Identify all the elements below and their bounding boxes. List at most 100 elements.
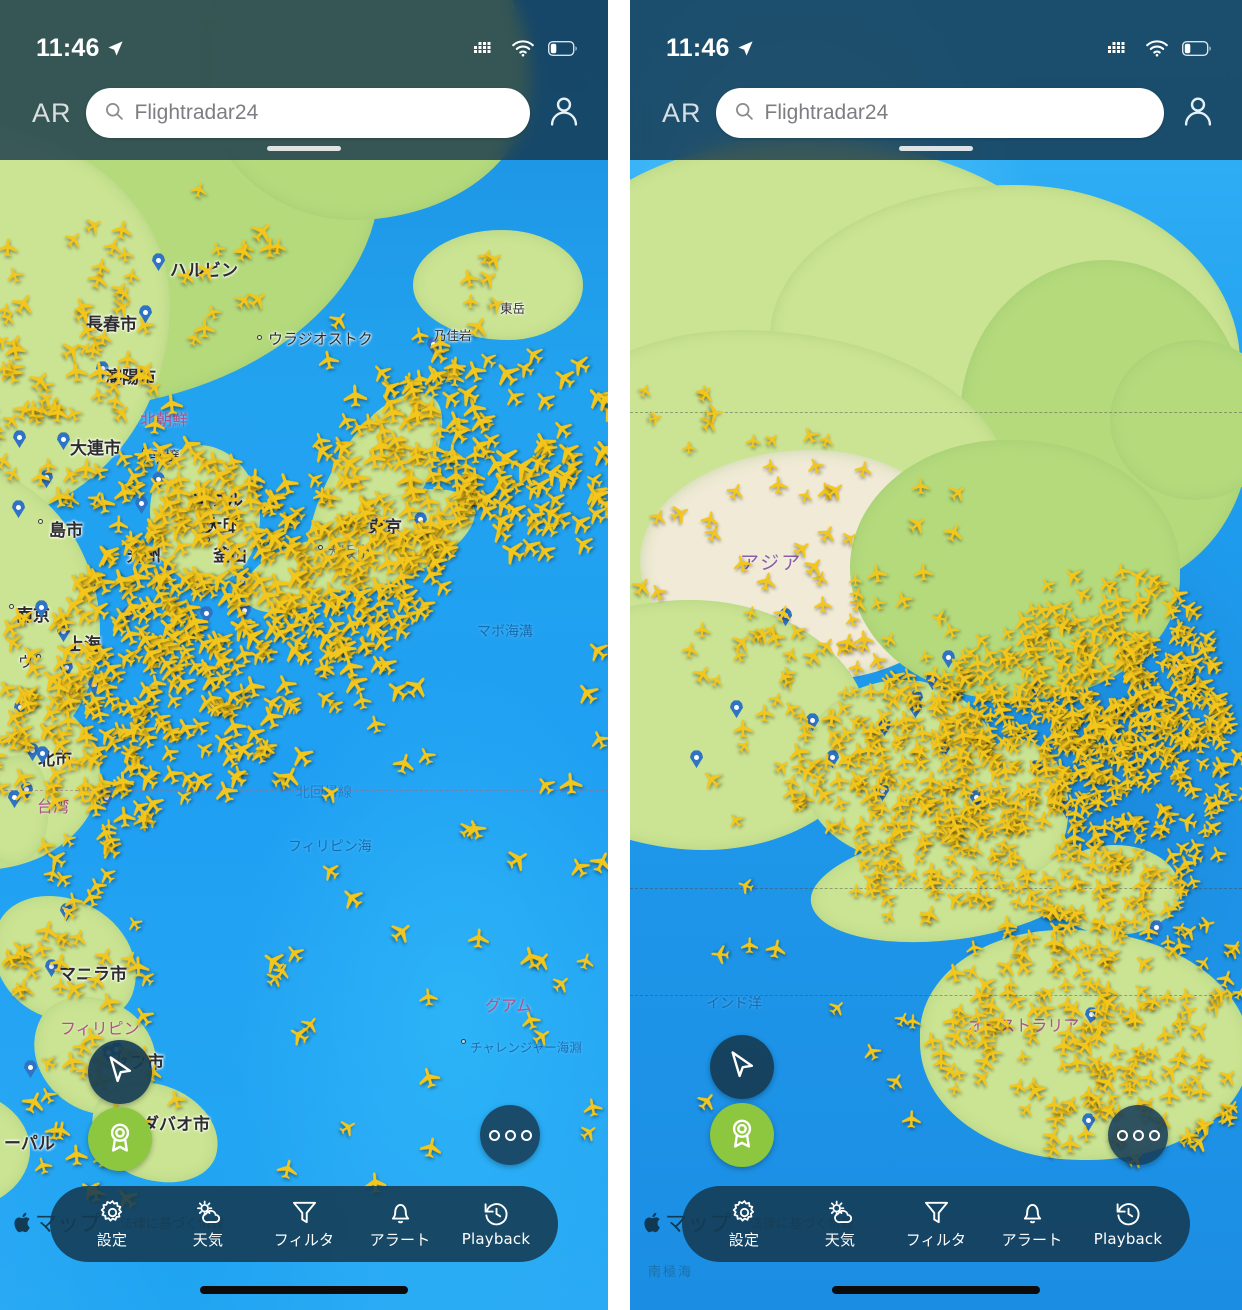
ar-button[interactable]: AR [662,98,702,129]
aircraft-marker[interactable] [46,400,72,426]
more-options-button[interactable] [480,1105,540,1165]
aircraft-marker[interactable] [38,456,57,475]
toolbar-item-0[interactable]: 設定 [696,1199,792,1250]
aircraft-marker[interactable] [996,647,1020,671]
aircraft-marker[interactable] [679,639,701,661]
aircraft-marker[interactable] [899,813,920,834]
map-dot-marker[interactable] [461,1039,466,1044]
aircraft-marker[interactable] [645,408,665,428]
aircraft-marker[interactable] [110,770,136,796]
aircraft-marker[interactable] [73,456,100,483]
aircraft-marker[interactable] [0,236,19,258]
aircraft-marker[interactable] [115,245,135,265]
aircraft-marker[interactable] [417,1133,445,1161]
aircraft-marker[interactable] [941,959,968,986]
aircraft-marker[interactable] [768,474,789,495]
aircraft-marker[interactable] [1063,802,1087,826]
more-options-button[interactable] [1108,1105,1168,1165]
map-dot-marker[interactable] [257,335,262,340]
aircraft-marker[interactable] [143,413,167,437]
account-button[interactable] [544,93,584,133]
aircraft-marker[interactable] [48,1118,73,1143]
toolbar-item-1[interactable]: 天気 [160,1199,256,1250]
header-drag-handle[interactable] [899,146,973,151]
aircraft-marker[interactable] [709,943,731,965]
aircraft-marker[interactable] [442,354,468,380]
header-drag-handle[interactable] [267,146,341,151]
aircraft-marker[interactable] [45,483,74,512]
aircraft-marker[interactable] [1151,685,1175,709]
aircraft-marker[interactable] [1121,1081,1139,1099]
aircraft-marker[interactable] [312,486,332,506]
aircraft-marker[interactable] [89,255,112,278]
aircraft-marker[interactable] [239,474,260,495]
aircraft-marker[interactable] [740,936,759,955]
ar-button[interactable]: AR [32,98,72,129]
aircraft-marker[interactable] [1157,1084,1181,1108]
upgrade-badge-button[interactable] [88,1107,152,1171]
aircraft-marker[interactable] [63,1142,90,1169]
toolbar-item-2[interactable]: フィルタ [888,1199,984,1250]
aircraft-marker[interactable] [1044,1095,1065,1116]
search-input[interactable]: Flightradar24 [85,88,530,138]
aircraft-marker[interactable] [580,1095,605,1120]
toolbar-item-1[interactable]: 天気 [792,1199,888,1250]
aircraft-marker[interactable] [191,485,218,512]
aircraft-marker[interactable] [456,266,481,291]
aircraft-marker[interactable] [0,360,14,379]
aircraft-marker[interactable] [744,433,762,451]
aircraft-marker[interactable] [359,444,389,474]
aircraft-marker[interactable] [56,709,80,733]
locate-me-button[interactable] [710,1035,774,1099]
aircraft-marker[interactable] [901,1108,923,1130]
aircraft-marker[interactable] [1014,1048,1032,1066]
aircraft-marker[interactable] [417,986,440,1009]
aircraft-marker[interactable] [917,768,942,793]
toolbar-item-4[interactable]: Playback [448,1200,544,1248]
aircraft-marker[interactable] [1141,711,1165,735]
account-button[interactable] [1178,93,1218,133]
aircraft-marker[interactable] [350,689,374,713]
aircraft-marker[interactable] [462,292,480,310]
aircraft-marker[interactable] [963,937,984,958]
aircraft-marker[interactable] [950,723,976,749]
aircraft-marker[interactable] [1197,822,1215,840]
aircraft-marker[interactable] [1166,618,1190,642]
toolbar-item-3[interactable]: アラート [984,1199,1080,1250]
aircraft-marker[interactable] [912,561,934,583]
aircraft-marker[interactable] [1126,913,1145,932]
aircraft-marker[interactable] [225,500,249,524]
aircraft-marker[interactable] [995,914,1018,937]
aircraft-marker[interactable] [693,621,712,640]
aircraft-marker[interactable] [795,725,815,745]
toolbar-item-4[interactable]: Playback [1080,1200,1176,1248]
aircraft-marker[interactable] [1060,701,1085,726]
aircraft-marker[interactable] [1157,987,1177,1007]
aircraft-marker[interactable] [315,347,342,374]
map-dot-marker[interactable] [38,519,43,524]
aircraft-marker[interactable] [835,684,853,702]
aircraft-marker[interactable] [974,1017,997,1040]
aircraft-marker[interactable] [86,359,114,387]
toolbar-item-0[interactable]: 設定 [64,1199,160,1250]
aircraft-marker[interactable] [812,595,832,615]
aircraft-marker[interactable] [125,954,150,979]
home-indicator[interactable] [200,1286,408,1294]
aircraft-marker[interactable] [341,382,369,410]
aircraft-marker[interactable] [1059,1133,1082,1156]
aircraft-marker[interactable] [136,368,155,387]
aircraft-marker[interactable] [1103,788,1124,809]
aircraft-marker[interactable] [753,568,779,594]
aircraft-marker[interactable] [267,236,289,258]
aircraft-marker[interactable] [467,926,492,951]
aircraft-marker[interactable] [1088,936,1111,959]
aircraft-marker[interactable] [911,477,930,496]
aircraft-marker[interactable] [848,572,863,587]
aircraft-marker[interactable] [83,341,104,362]
aircraft-marker[interactable] [847,658,867,678]
aircraft-marker[interactable] [557,770,585,798]
home-indicator[interactable] [832,1286,1040,1294]
aircraft-marker[interactable] [1125,1011,1146,1032]
aircraft-marker[interactable] [1107,750,1131,774]
aircraft-marker[interactable] [51,976,71,996]
